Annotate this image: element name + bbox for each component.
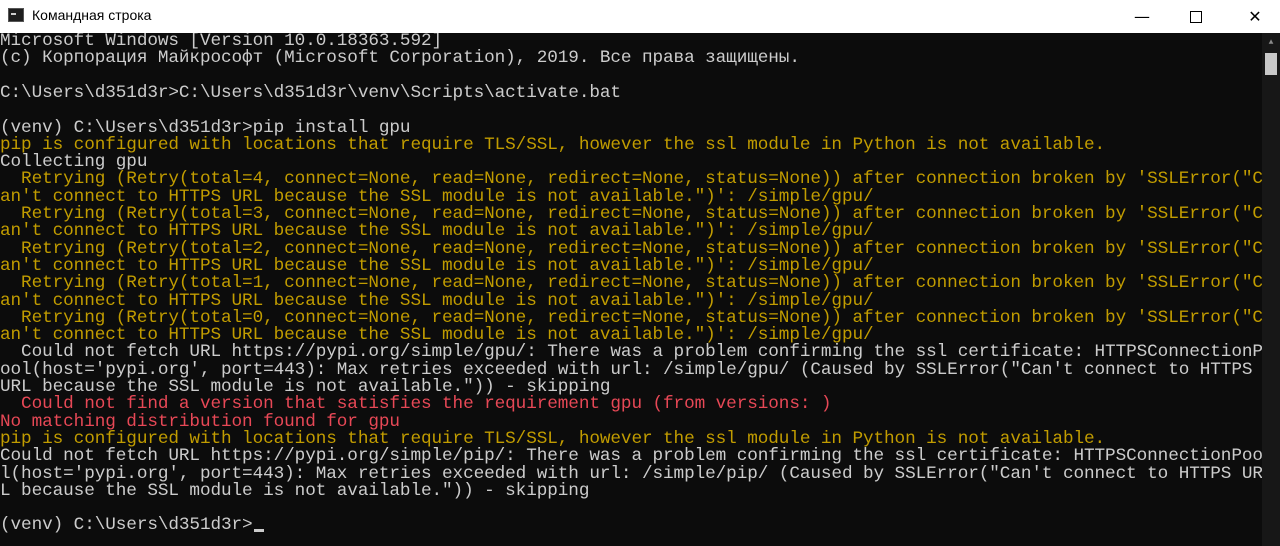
console-line-text: C:\Users\d351d3r>C:\Users\d351d3r\venv\S… — [0, 82, 621, 103]
console-line-text: (venv) C:\Users\d351d3r> — [0, 515, 253, 536]
console-line: pip is configured with locations that re… — [0, 134, 1106, 155]
minimize-icon: — — [1134, 7, 1150, 26]
console-line-text: (c) Корпорация Майкрософт (Microsoft Cor… — [0, 48, 800, 69]
console-output[interactable]: Microsoft Windows [Version 10.0.18363.59… — [0, 33, 1262, 546]
title-bar[interactable]: Командная строка — ✕ — [0, 0, 1280, 33]
command-prompt-line: (venv) C:\Users\d351d3r> — [0, 517, 264, 534]
close-icon: ✕ — [1248, 7, 1262, 26]
cmd-icon — [8, 8, 24, 22]
minimize-button[interactable]: — — [1119, 0, 1165, 33]
text-cursor — [253, 529, 264, 533]
close-button[interactable]: ✕ — [1232, 0, 1278, 33]
scroll-up-arrow-icon[interactable]: ▲ — [1262, 33, 1280, 51]
maximize-icon — [1190, 10, 1202, 23]
console-line-text: L because the SSL module is not availabl… — [0, 480, 590, 501]
console-line: L because the SSL module is not availabl… — [0, 480, 590, 501]
console-line: C:\Users\d351d3r>C:\Users\d351d3r\venv\S… — [0, 82, 621, 103]
console-line-text: pip is configured with locations that re… — [0, 134, 1106, 155]
window-title: Командная строка — [32, 7, 152, 23]
vertical-scrollbar[interactable]: ▲ — [1262, 33, 1280, 546]
console-line: (c) Корпорация Майкрософт (Microsoft Cor… — [0, 48, 800, 69]
maximize-button[interactable] — [1173, 0, 1219, 33]
scroll-thumb[interactable] — [1265, 53, 1277, 75]
